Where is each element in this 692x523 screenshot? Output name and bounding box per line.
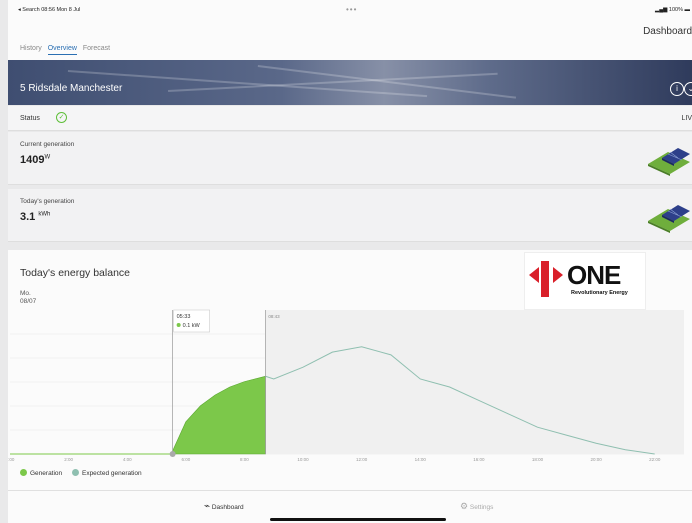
todays-generation-label: Today's generation bbox=[20, 198, 75, 205]
energy-chart[interactable]: 08:43 0:00 2:00 4:00 6:00 8:00 10:00 12:00 14:0… bbox=[8, 308, 692, 468]
x-tick-label: 6:00 bbox=[181, 457, 190, 462]
x-tick-label: 10:00 bbox=[297, 457, 309, 462]
page-title: Dashboard bbox=[643, 26, 692, 37]
chevron-down-icon[interactable]: ⌄ bbox=[684, 82, 692, 96]
legend-generation-dot bbox=[20, 469, 27, 476]
tooltip-series-dot bbox=[176, 323, 181, 327]
live-label[interactable]: LIV bbox=[681, 115, 692, 122]
x-tick-label: 4:00 bbox=[123, 457, 132, 462]
tooltip-time: 05:33 bbox=[177, 314, 191, 320]
header: Dashboard History Overview Forecast bbox=[8, 20, 692, 60]
chart-date-value: 08/07 bbox=[20, 298, 37, 305]
site-banner: 5 Ridsdale Manchester i ⌄ bbox=[8, 60, 692, 105]
app-screen: ◂ Search 08:56 Mon 8 Jul ••• ▂▄▆ 100% ▬ … bbox=[0, 0, 692, 523]
current-generation-unit: W bbox=[44, 154, 51, 161]
solar-panel-icon bbox=[648, 148, 690, 176]
info-icon[interactable]: i bbox=[670, 82, 684, 96]
logo-subtitle: Revolutionary Energy bbox=[571, 290, 628, 296]
nav-settings-label: Settings bbox=[469, 504, 494, 511]
legend-generation[interactable]: Generation bbox=[30, 470, 62, 477]
chart-tooltip: 05:33 0.1 kW bbox=[173, 309, 210, 333]
chart-title: Today's energy balance bbox=[20, 267, 130, 279]
multitask-dots[interactable]: ••• bbox=[346, 5, 357, 14]
x-tick-label: 14:00 bbox=[415, 457, 427, 462]
solar-panel-icon bbox=[648, 205, 690, 233]
current-generation-number: 1409 bbox=[20, 154, 45, 166]
settings-icon: ⚙ bbox=[460, 501, 469, 511]
nav-dashboard[interactable]: ⌁ Dashboard bbox=[204, 501, 244, 512]
tab-bar: History Overview Forecast bbox=[20, 45, 114, 55]
battery-icon: ▬ bbox=[682, 7, 690, 13]
site-address: 5 Ridsdale Manchester bbox=[20, 83, 123, 94]
status-bar-left[interactable]: ◂ Search 08:56 Mon 8 Jul bbox=[18, 7, 80, 13]
energy-balance-section: Today's energy balance Mo. 08/07 ONE Rev… bbox=[8, 250, 692, 490]
tab-history[interactable]: History bbox=[20, 45, 42, 52]
current-time-label: 08:43 bbox=[268, 314, 280, 319]
brand-logo: ONE Revolutionary Energy bbox=[524, 252, 646, 310]
todays-generation-card[interactable]: Today's generation 3.1 kWh bbox=[8, 189, 692, 242]
status-bar: ◂ Search 08:56 Mon 8 Jul ••• ▂▄▆ 100% ▬ bbox=[8, 0, 692, 20]
home-indicator[interactable] bbox=[270, 518, 446, 521]
current-generation-card[interactable]: Current generation 1409W bbox=[8, 132, 692, 185]
x-tick-label: 12:00 bbox=[356, 457, 368, 462]
x-tick-label: 20:00 bbox=[590, 457, 602, 462]
x-axis-ticks: 0:00 2:00 4:00 6:00 8:00 10:00 12:00 14:00 16:00… bbox=[8, 457, 661, 462]
todays-generation-unit: kWh bbox=[38, 211, 51, 218]
generation-area bbox=[170, 375, 266, 455]
x-tick-label: 8:00 bbox=[240, 457, 249, 462]
x-tick-label: 22:00 bbox=[649, 457, 661, 462]
tooltip-marker-dot[interactable] bbox=[169, 451, 176, 457]
nav-settings[interactable]: ⚙ Settings bbox=[460, 501, 493, 512]
x-tick-label: 18:00 bbox=[532, 457, 544, 462]
plug-icon: ⌁ bbox=[204, 501, 211, 512]
legend-expected[interactable]: Expected generation bbox=[82, 470, 142, 477]
x-tick-label: 2:00 bbox=[64, 457, 73, 462]
check-icon: ✓ bbox=[56, 112, 67, 123]
logo-text: ONE bbox=[567, 260, 621, 290]
chart-legend: Generation Expected generation bbox=[20, 469, 142, 477]
tooltip-value: 0.1 kW bbox=[183, 323, 201, 329]
chart-day: Mo. bbox=[20, 290, 31, 297]
current-generation-label: Current generation bbox=[20, 141, 75, 148]
future-shading bbox=[265, 310, 684, 454]
battery-indicator: ▂▄▆ 100% ▬ bbox=[655, 7, 690, 13]
chart-date[interactable]: Mo. 08/07 bbox=[20, 290, 36, 306]
tab-forecast[interactable]: Forecast bbox=[83, 45, 110, 52]
tab-overview[interactable]: Overview bbox=[47, 45, 77, 55]
x-tick-label: 16:00 bbox=[473, 457, 485, 462]
status-row: Status ✓ LIV bbox=[8, 106, 692, 131]
x-tick-label: 0:00 bbox=[8, 457, 15, 462]
todays-generation-number: 3.1 bbox=[20, 211, 36, 223]
current-generation-value: 1409W bbox=[20, 154, 50, 166]
todays-generation-value: 3.1 kWh bbox=[20, 211, 50, 223]
battery-percent: 100% bbox=[668, 7, 683, 13]
status-label: Status bbox=[20, 115, 40, 122]
legend-expected-dot bbox=[71, 469, 79, 476]
nav-dashboard-label: Dashboard bbox=[211, 504, 244, 511]
bottom-nav: ⌁ Dashboard ⚙ Settings bbox=[8, 490, 692, 523]
signal-icon: ▂▄▆ bbox=[655, 7, 669, 13]
